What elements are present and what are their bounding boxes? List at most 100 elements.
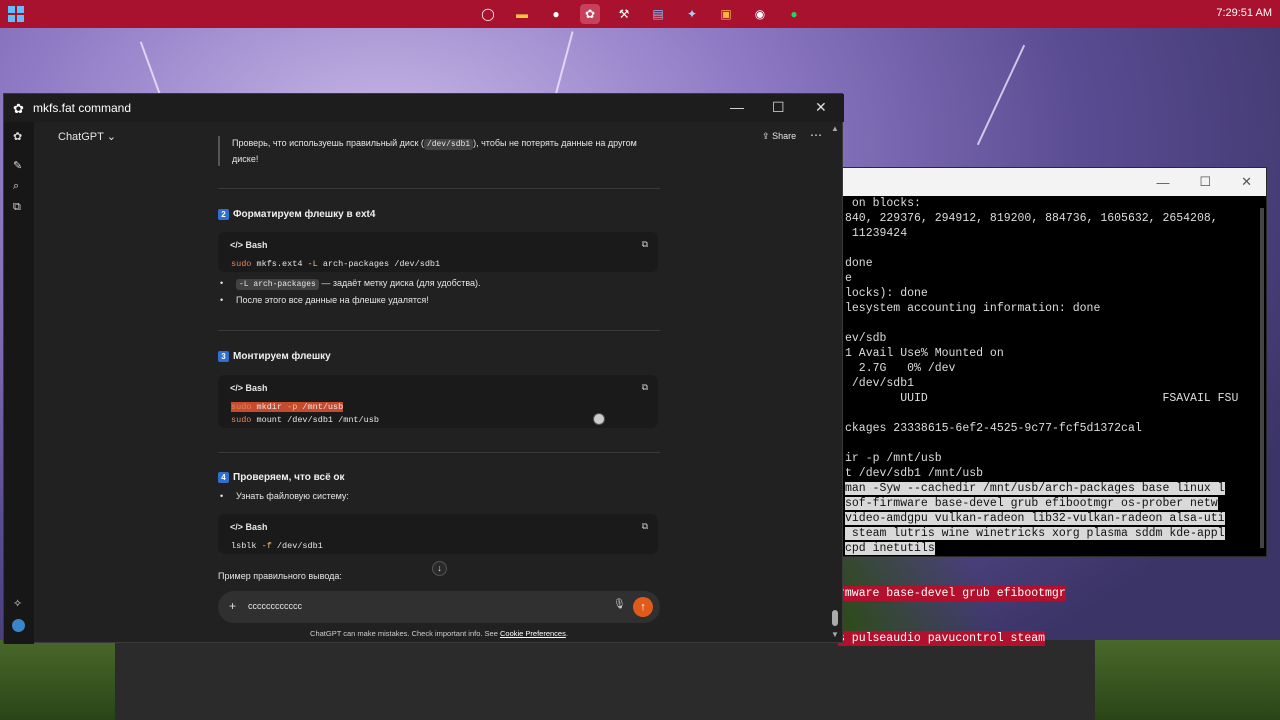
divider <box>218 452 660 453</box>
terminal-line-text: t /dev/sdb1 /mnt/usb <box>845 467 984 480</box>
model-label: ChatGPT <box>58 131 104 143</box>
chatgpt-logo-icon[interactable]: ✿ <box>13 130 22 143</box>
terminal-line-text: 11239424 <box>845 227 908 240</box>
github-icon[interactable]: ◉ <box>750 4 770 24</box>
avatar[interactable] <box>12 619 25 632</box>
terminal-line: cpd inetutils <box>845 541 1268 556</box>
terminal-line: 1 Avail Use% Mounted on <box>845 346 1268 361</box>
library-icon[interactable]: ⧉ <box>13 201 21 214</box>
mouse-cursor <box>593 413 605 425</box>
cookie-preferences-link[interactable]: Cookie Preferences <box>500 629 566 638</box>
message-input-value[interactable]: cccccccccccc <box>248 601 302 611</box>
plus-icon[interactable]: + <box>229 599 236 613</box>
terminal-line-text: cpd inetutils <box>845 542 935 555</box>
code-token: -p <box>287 402 298 412</box>
share-label: Share <box>772 131 797 141</box>
share-icon: ⇪ <box>762 131 770 141</box>
terminal-line-text: /dev/sdb1 <box>845 377 915 390</box>
wallpaper-lightning <box>139 41 163 99</box>
code-block: </> Bash ⧉ sudo mkdir -p /mnt/usb sudo m… <box>218 375 658 428</box>
more-options-icon[interactable]: ⋯ <box>810 128 822 142</box>
code-content[interactable]: sudo mkdir -p /mnt/usb sudo mount /dev/s… <box>231 401 379 427</box>
code-language: </> Bash <box>230 381 268 395</box>
terminal-line <box>845 406 1268 421</box>
scroll-down-icon[interactable]: ▼ <box>831 630 839 639</box>
terminal-line: done <box>845 256 1268 271</box>
scroll-thumb[interactable] <box>832 610 838 626</box>
clock: 7:29:51 AM <box>1216 7 1272 19</box>
code-language: </> Bash <box>230 238 268 252</box>
code-token: /mnt/usb <box>297 402 344 412</box>
number-badge: 2 <box>218 209 229 220</box>
model-selector[interactable]: ChatGPT ⌄ <box>58 130 116 143</box>
close-icon[interactable]: ✕ <box>815 99 827 116</box>
notes-icon[interactable]: ▤ <box>648 4 668 24</box>
copy-icon[interactable]: ⧉ <box>642 380 648 394</box>
code-block: </> Bash ⧉ lsblk -f /dev/sdb1 <box>218 514 658 554</box>
record-icon[interactable]: ● <box>546 4 566 24</box>
warning-text: диске! <box>232 154 259 164</box>
heading-text: Проверяем, что всё ок <box>233 472 345 483</box>
terminal-titlebar: — ☐ ✕ <box>839 168 1266 196</box>
divider <box>218 188 660 189</box>
chat-scrollbar[interactable]: ▲ ▼ <box>829 122 841 644</box>
sparkle-icon[interactable]: ✧ <box>13 597 22 610</box>
chatgpt-window: ✿ mkfs.fat command — ☐ ✕ ✿ ✎ ⌕ ⧉ ✧ ChatG… <box>3 93 844 644</box>
maximize-icon[interactable]: ☐ <box>772 99 785 116</box>
terminal-line-text: on blocks: <box>845 197 921 210</box>
spotify-icon[interactable]: ● <box>784 4 804 24</box>
code-token: -f <box>256 541 272 551</box>
minimize-icon[interactable]: — <box>730 99 744 115</box>
new-chat-icon[interactable]: ✎ <box>13 159 22 172</box>
code-icon: </> <box>230 383 244 393</box>
code-content[interactable]: sudo mkfs.ext4 -L arch-packages /dev/sdb… <box>231 258 440 271</box>
heading-text: Форматируем флешку в ext4 <box>233 209 376 220</box>
terminal-line <box>845 241 1268 256</box>
number-badge: 3 <box>218 351 229 362</box>
code-language-label: Bash <box>245 522 268 532</box>
terminal-line-text: lesystem accounting information: done <box>845 302 1101 315</box>
list-item-text: Узнать файловую систему: <box>236 491 349 501</box>
close-icon[interactable]: ✕ <box>1241 174 1252 190</box>
terminal-line <box>845 436 1268 451</box>
scroll-down-button[interactable]: ↓ <box>432 561 447 576</box>
section-heading: 4 Проверяем, что всё ок <box>218 471 345 485</box>
copy-icon[interactable]: ⧉ <box>642 519 648 533</box>
search-icon[interactable]: ⌕ <box>13 180 19 193</box>
warning-text: ), чтобы не потерять данные на другом <box>473 138 637 148</box>
code-block: </> Bash ⧉ sudo mkfs.ext4 -L arch-packag… <box>218 232 658 272</box>
terminal-output[interactable]: on blocks: 840, 229376, 294912, 819200, 8… <box>839 196 1268 558</box>
share-button[interactable]: ⇪ Share <box>762 131 796 142</box>
code-token: mkdir <box>251 402 288 412</box>
microphone-icon[interactable]: 🎙 <box>613 599 626 610</box>
terminal-line: steam lutris wine winetricks xorg plasma… <box>845 526 1268 541</box>
maximize-icon[interactable]: ☐ <box>1199 174 1211 190</box>
section-heading: 3 Монтируем флешку <box>218 350 331 364</box>
minimize-icon[interactable]: — <box>1156 175 1169 190</box>
example-label: Пример правильного вывода: <box>218 571 342 581</box>
terminal-line: 11239424 <box>845 226 1268 241</box>
terminal-scrollbar[interactable] <box>1260 208 1264 548</box>
terminal-line-text: 1 Avail Use% Mounted on <box>845 347 1004 360</box>
inline-code: /dev/sdb1 <box>423 139 474 150</box>
terminal-line: sof-firmware base-devel grub efibootmgr … <box>845 496 1268 511</box>
terminal-window[interactable]: — ☐ ✕ on blocks: 840, 229376, 294912, 819… <box>838 167 1267 557</box>
settings-icon[interactable]: ✦ <box>682 4 702 24</box>
search-icon[interactable]: ◯ <box>478 4 498 24</box>
terminal-line: UUID FSAVAIL FSU <box>845 391 1268 406</box>
wallpaper-lightning <box>976 44 1026 146</box>
tools-icon[interactable]: ⚒ <box>614 4 634 24</box>
terminal-line: ev/sdb <box>845 331 1268 346</box>
message-input[interactable]: + cccccccccccc 🎙 ↑ <box>218 591 660 623</box>
folder-icon[interactable]: ▬ <box>512 4 532 24</box>
snip-icon[interactable]: ▣ <box>716 4 736 24</box>
send-button[interactable]: ↑ <box>633 597 653 617</box>
scroll-up-icon[interactable]: ▲ <box>831 124 839 133</box>
start-button[interactable] <box>8 6 24 22</box>
copy-icon[interactable]: ⧉ <box>642 237 648 251</box>
chatgpt-icon[interactable]: ✿ <box>580 4 600 24</box>
terminal-line: ckages 23338615-6ef2-4525-9c77-fcf5d1372… <box>845 421 1268 436</box>
inline-code: -L arch-packages <box>236 279 319 290</box>
code-content[interactable]: lsblk -f /dev/sdb1 <box>231 540 323 553</box>
terminal-line-text: 2.7G 0% /dev <box>845 362 956 375</box>
